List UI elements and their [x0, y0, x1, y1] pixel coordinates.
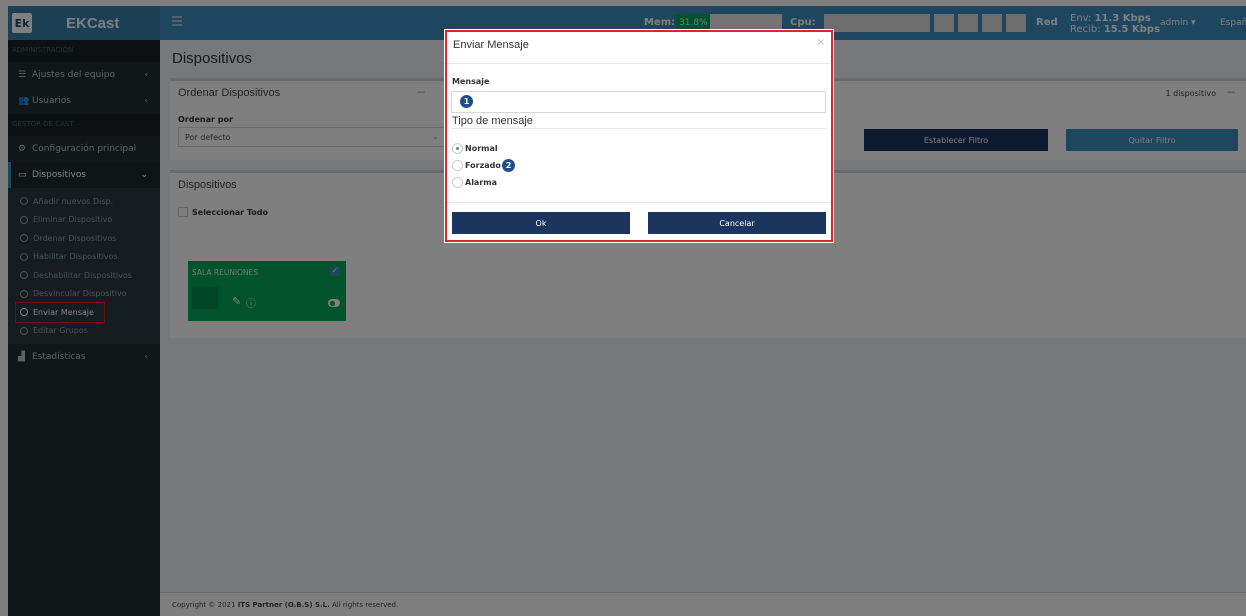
radio-option-forced[interactable]: Forzado	[452, 160, 501, 171]
modal-divider	[447, 202, 831, 203]
cancel-button[interactable]: Cancelar	[648, 212, 826, 234]
close-icon[interactable]: ×	[817, 37, 825, 48]
message-input[interactable]	[451, 91, 826, 113]
modal-divider	[447, 63, 831, 64]
radio-button[interactable]	[452, 160, 463, 171]
radio-label: Alarma	[465, 178, 498, 187]
modal-divider	[452, 128, 826, 129]
step-badge-1: 1	[460, 95, 473, 108]
radio-label: Forzado	[465, 161, 501, 170]
radio-option-normal[interactable]: Normal	[452, 143, 498, 154]
radio-option-alarm[interactable]: Alarma	[452, 177, 497, 188]
send-message-modal: Enviar Mensaje × Mensaje 1 Tipo de mensa…	[444, 29, 834, 243]
modal-title: Enviar Mensaje	[453, 39, 529, 51]
message-type-label: Tipo de mensaje	[452, 115, 533, 127]
radio-button[interactable]	[452, 177, 463, 188]
radio-button[interactable]	[452, 143, 463, 154]
step-badge-2: 2	[502, 159, 515, 172]
radio-label: Normal	[465, 144, 498, 153]
message-label: Mensaje	[452, 77, 490, 86]
ok-button[interactable]: Ok	[452, 212, 630, 234]
